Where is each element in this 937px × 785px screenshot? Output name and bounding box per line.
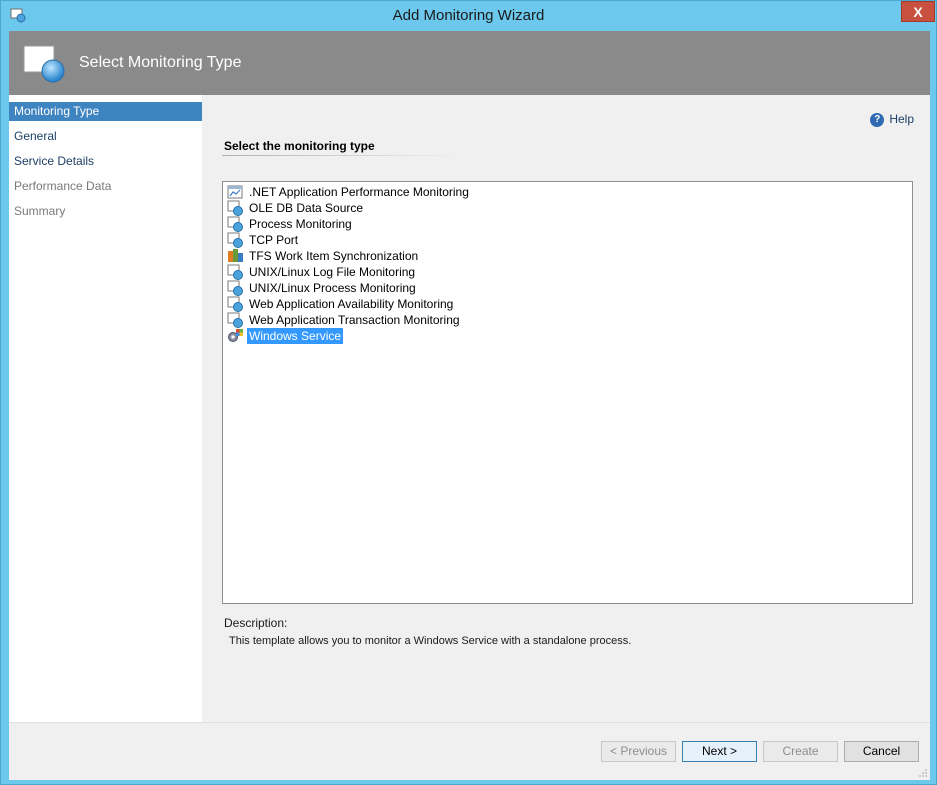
wizard-window: Add Monitoring Wizard X Select Monitorin… (0, 0, 937, 785)
dotnet-monitor-icon (227, 185, 243, 199)
list-item-label: UNIX/Linux Process Monitoring (249, 281, 416, 295)
monitoring-type-list[interactable]: .NET Application Performance Monitoring … (222, 181, 913, 604)
list-item-label: Web Application Availability Monitoring (249, 297, 454, 311)
list-item-label: TCP Port (249, 233, 299, 247)
list-item-label: OLE DB Data Source (249, 201, 364, 215)
close-button[interactable]: X (901, 1, 935, 22)
nav-step-summary: Summary (14, 204, 66, 218)
resize-grip-icon[interactable] (918, 768, 928, 778)
list-item-label: .NET Application Performance Monitoring (249, 185, 469, 199)
template-globe-icon (227, 296, 243, 312)
wizard-step-nav: Monitoring Type General Service Details … (9, 95, 202, 722)
nav-step-service-details[interactable]: Service Details (9, 152, 202, 171)
template-globe-icon (227, 216, 243, 232)
cancel-button[interactable]: Cancel (844, 741, 919, 762)
template-globe-icon (227, 264, 243, 280)
wizard-header-icon (23, 45, 65, 83)
nav-step-performance-data: Performance Data (14, 179, 112, 193)
template-globe-icon (227, 232, 243, 248)
list-item-label: Web Application Transaction Monitoring (249, 313, 460, 327)
window-title: Add Monitoring Wizard (392, 7, 545, 24)
help-link[interactable]: ? Help (870, 111, 914, 127)
previous-button[interactable]: < Previous (601, 741, 676, 762)
title-bar[interactable]: Add Monitoring Wizard X (1, 1, 936, 31)
template-globe-icon (227, 200, 243, 216)
help-question-icon: ? (870, 112, 885, 127)
windows-service-gear-icon (228, 329, 243, 342)
create-button[interactable]: Create (763, 741, 838, 762)
list-item-label: Process Monitoring (249, 217, 352, 231)
list-item-label: UNIX/Linux Log File Monitoring (249, 265, 416, 279)
wizard-content: ? Help Select the monitoring type .NET Ap… (202, 95, 930, 722)
description-label: Description: (224, 616, 288, 630)
wizard-header: Select Monitoring Type (9, 31, 930, 95)
description-text: This template allows you to monitor a Wi… (229, 635, 632, 647)
section-divider (222, 155, 460, 156)
next-button[interactable]: Next > (682, 741, 757, 762)
nav-step-monitoring-type[interactable]: Monitoring Type (9, 102, 202, 121)
section-title: Select the monitoring type (224, 139, 375, 153)
nav-step-general[interactable]: General (9, 127, 202, 146)
template-globe-icon (227, 312, 243, 328)
wizard-client-area: Select Monitoring Type Monitoring Type G… (9, 31, 930, 780)
template-globe-icon (227, 280, 243, 296)
wizard-footer: < Previous Next > Create Cancel (9, 722, 930, 780)
list-item-label: Windows Service (247, 328, 344, 344)
help-label: Help (889, 112, 914, 126)
list-item-label: TFS Work Item Synchronization (249, 249, 419, 263)
tfs-sync-icon (228, 249, 243, 262)
page-title: Select Monitoring Type (79, 54, 242, 71)
